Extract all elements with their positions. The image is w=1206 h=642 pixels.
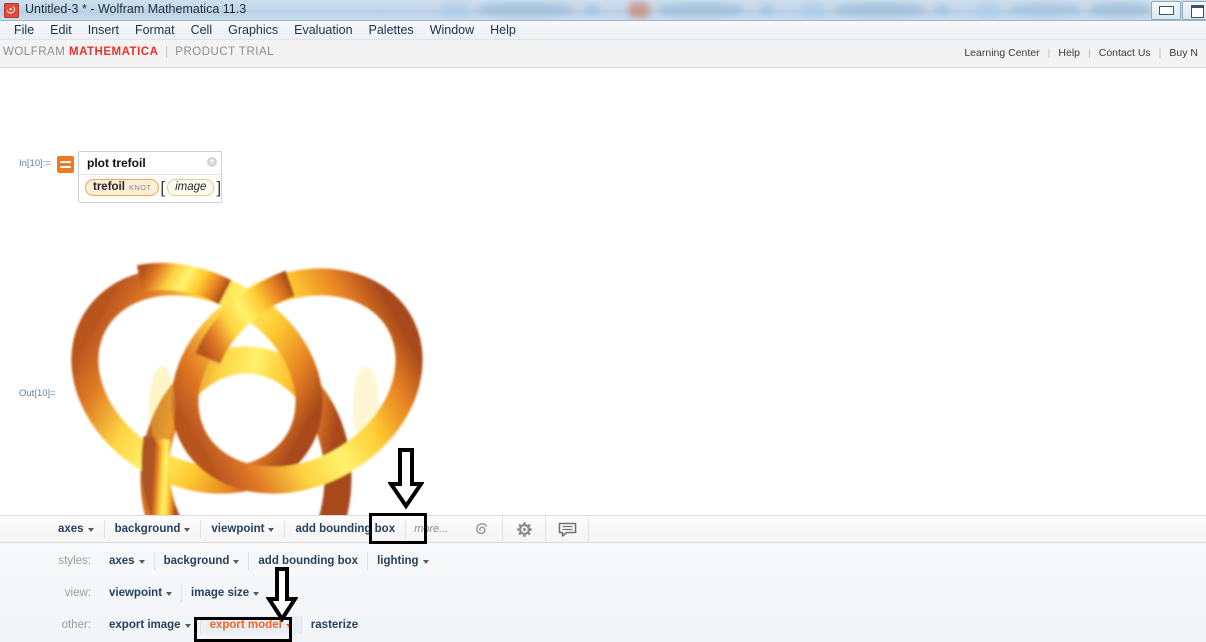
view-image-size-button[interactable]: image size — [182, 584, 268, 602]
options-row-styles: styles: axes background add bounding box… — [0, 546, 438, 576]
chevron-down-icon — [139, 560, 145, 564]
menu-file[interactable]: File — [6, 22, 42, 38]
toolbar-add-bounding-box-button[interactable]: add bounding box — [285, 520, 406, 538]
options-row-view-label: view: — [0, 587, 100, 599]
menu-cell[interactable]: Cell — [183, 22, 221, 38]
gear-icon[interactable] — [503, 516, 546, 542]
chevron-down-icon — [253, 592, 259, 596]
menu-insert[interactable]: Insert — [80, 22, 127, 38]
background-windows-blur — [430, 0, 1206, 21]
bracket-close: ] — [215, 181, 222, 195]
output-cell-label: Out[10]= — [19, 388, 56, 399]
link-learning-center[interactable]: Learning Center — [956, 47, 1047, 59]
minimize-button[interactable] — [1151, 1, 1181, 20]
other-export-model-button[interactable]: export model — [201, 616, 302, 634]
toolbar-viewpoint-label: viewpoint — [211, 523, 264, 535]
freeform-query-row: plot trefoil + — [79, 152, 221, 175]
styles-add-bounding-box-label: add bounding box — [258, 555, 358, 567]
chevron-down-icon — [88, 528, 94, 532]
brand-lockup: WOLFRAM MATHEMATICA | PRODUCT TRIAL — [3, 46, 274, 58]
other-export-image-label: export image — [109, 619, 181, 631]
other-export-image-button[interactable]: export image — [100, 616, 201, 634]
other-rasterize-label: rasterize — [311, 619, 358, 631]
options-row-other: other: export image export model rasteri… — [0, 610, 367, 640]
chevron-down-icon — [286, 624, 292, 628]
menu-palettes[interactable]: Palettes — [361, 22, 422, 38]
menu-help[interactable]: Help — [482, 22, 524, 38]
toolbar-background-label: background — [115, 523, 181, 535]
view-viewpoint-label: viewpoint — [109, 587, 162, 599]
wolfram-alpha-equals-icon[interactable] — [57, 156, 74, 173]
brand-edition: PRODUCT TRIAL — [175, 46, 274, 58]
menu-window[interactable]: Window — [422, 22, 482, 38]
chevron-down-icon — [184, 528, 190, 532]
options-row-view: view: viewpoint image size — [0, 578, 268, 608]
wolfram-spiral-icon[interactable] — [460, 516, 503, 542]
styles-axes-label: axes — [109, 555, 135, 567]
options-row-other-label: other: — [0, 619, 100, 631]
notebook-canvas[interactable]: In[10]:= Out[10]= plot trefoil + trefoil… — [0, 68, 1206, 515]
styles-add-bounding-box-button[interactable]: add bounding box — [249, 552, 368, 570]
styles-background-button[interactable]: background — [155, 552, 250, 570]
mathematica-spikey-icon — [4, 3, 19, 18]
other-rasterize-button[interactable]: rasterize — [302, 616, 367, 634]
bracket-open: [ — [159, 181, 166, 195]
chevron-down-icon — [268, 528, 274, 532]
styles-axes-button[interactable]: axes — [100, 552, 155, 570]
freeform-interpretation-row: trefoil KNOT [ image ] — [79, 175, 221, 202]
banner-links: Learning Center | Help | Contact Us | Bu… — [956, 47, 1206, 59]
toolbar-axes-label: axes — [58, 523, 84, 535]
input-cell-label: In[10]:= — [19, 158, 51, 169]
styles-background-label: background — [164, 555, 230, 567]
chevron-down-icon — [166, 592, 172, 596]
wolfram-banner: WOLFRAM MATHEMATICA | PRODUCT TRIAL Lear… — [0, 40, 1206, 68]
options-row-styles-label: styles: — [0, 555, 100, 567]
link-help[interactable]: Help — [1050, 47, 1088, 59]
window-title-bar[interactable]: Untitled-3 * - Wolfram Mathematica 11.3 — [0, 0, 1206, 21]
toolbar-add-bounding-box-label: add bounding box — [295, 523, 395, 535]
toolbar-background-button[interactable]: background — [105, 520, 202, 538]
menu-format[interactable]: Format — [127, 22, 183, 38]
add-interpretation-icon[interactable]: + — [207, 157, 217, 167]
window-controls[interactable] — [1151, 1, 1206, 20]
link-buy-now[interactable]: Buy N — [1161, 47, 1206, 59]
toolbar-more-button[interactable]: more... — [406, 520, 460, 538]
comment-icon[interactable] — [546, 516, 589, 542]
entity-token-trefoil[interactable]: trefoil KNOT — [85, 179, 159, 196]
chevron-down-icon — [233, 560, 239, 564]
styles-lighting-label: lighting — [377, 555, 419, 567]
brand-separator: | — [162, 46, 172, 58]
freeform-query-text: plot trefoil — [87, 156, 146, 170]
entity-token-label: trefoil — [93, 181, 125, 193]
other-export-model-label: export model — [210, 619, 282, 631]
menu-graphics[interactable]: Graphics — [220, 22, 286, 38]
toolbar-axes-button[interactable]: axes — [48, 520, 105, 538]
brand-mathematica: MATHEMATICA — [69, 46, 158, 58]
link-contact-us[interactable]: Contact Us — [1091, 47, 1159, 59]
entity-type-label: KNOT — [129, 183, 151, 192]
chevron-down-icon — [423, 560, 429, 564]
styles-lighting-button[interactable]: lighting — [368, 552, 438, 570]
graphics-toolbar: axes background viewpoint add bounding b… — [0, 515, 1206, 543]
graphics-options-panel: styles: axes background add bounding box… — [0, 543, 1206, 642]
menu-evaluation[interactable]: Evaluation — [286, 22, 360, 38]
menu-edit[interactable]: Edit — [42, 22, 80, 38]
property-token-image[interactable]: image — [167, 179, 214, 196]
view-viewpoint-button[interactable]: viewpoint — [100, 584, 182, 602]
menu-bar: File Edit Insert Format Cell Graphics Ev… — [0, 21, 1206, 40]
chevron-down-icon — [185, 624, 191, 628]
window-title: Untitled-3 * - Wolfram Mathematica 11.3 — [25, 2, 246, 16]
view-image-size-label: image size — [191, 587, 249, 599]
maximize-button[interactable] — [1182, 1, 1206, 20]
freeform-input-cell[interactable]: plot trefoil + trefoil KNOT [ image ] — [78, 151, 222, 203]
toolbar-viewpoint-button[interactable]: viewpoint — [201, 520, 285, 538]
brand-wolfram: WOLFRAM — [3, 46, 65, 58]
